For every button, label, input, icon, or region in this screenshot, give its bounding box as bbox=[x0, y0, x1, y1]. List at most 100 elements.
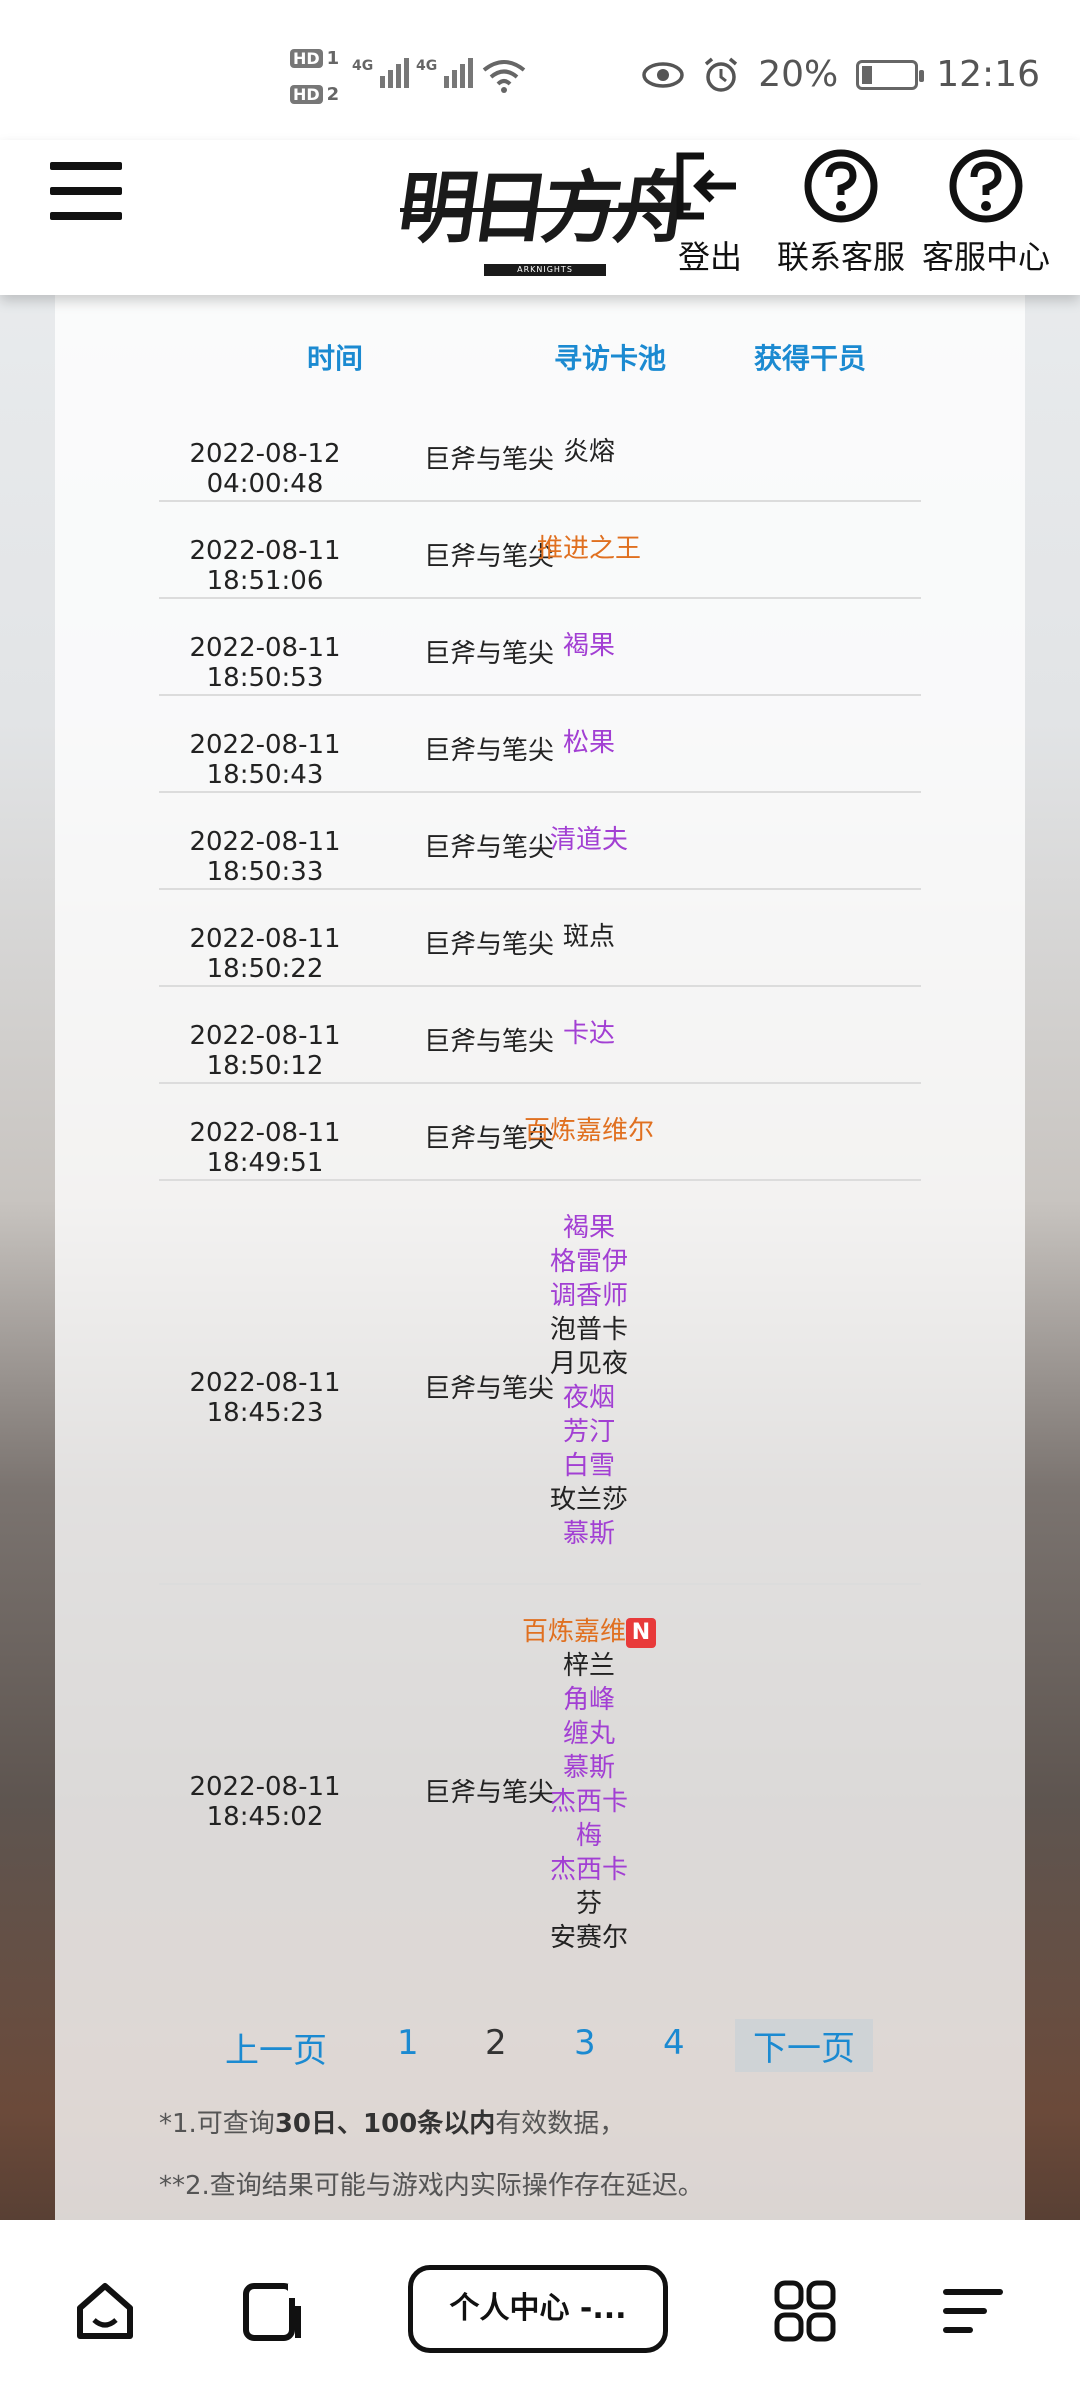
operator-name: 安赛尔 bbox=[549, 1923, 628, 1953]
app-header: 明日方舟 ARKNIGHTS 登出 联系客服 客服中心 bbox=[0, 140, 1080, 295]
operator-name: 夜烟 bbox=[562, 1383, 615, 1413]
table-row: 2022-08-11 18:45:02 巨斧与笔尖 百炼嘉维 N 梓兰 角峰 缠丸 慕斯 杰西卡… bbox=[159, 1585, 921, 1989]
page-4-button[interactable]: 4 bbox=[663, 2023, 685, 2063]
table-row: 2022-08-11 18:45:23 巨斧与笔尖 褐果 格雷伊 调香师 泡普卡 月见夜 夜烟… bbox=[159, 1181, 921, 1585]
apps-grid-icon[interactable] bbox=[772, 2278, 838, 2344]
operator-name: 调香师 bbox=[549, 1281, 628, 1311]
row-operators: 斑点 bbox=[489, 920, 689, 954]
table-row: 2022-08-11 18:50:43 巨斧与笔尖 松果 bbox=[159, 696, 921, 793]
pagination: 上一页 1 2 3 4 下一页 bbox=[55, 2015, 1025, 2075]
logout-icon bbox=[676, 152, 736, 220]
header-time: 时间 bbox=[306, 342, 363, 375]
operator-name: 褐果 bbox=[562, 1213, 615, 1243]
operator-name: 松果 bbox=[562, 727, 615, 758]
row-time: 2022-08-11 18:45:23 bbox=[189, 1368, 341, 1428]
row-operators: 炎熔 bbox=[489, 435, 689, 469]
tabs-icon[interactable] bbox=[240, 2278, 306, 2344]
operator-name: 清道夫 bbox=[549, 824, 628, 855]
row-time: 2022-08-11 18:50:53 bbox=[189, 632, 341, 693]
row-operators: 清道夫 bbox=[489, 823, 689, 857]
operator-name: 炎熔 bbox=[562, 436, 615, 467]
page-2-button[interactable]: 2 bbox=[485, 2023, 507, 2063]
help-center-button[interactable]: 客服中心 bbox=[920, 146, 1052, 278]
browser-bottom-bar: 个人中心 -... bbox=[0, 2220, 1080, 2400]
table-row: 2022-08-11 18:50:33 巨斧与笔尖 清道夫 bbox=[159, 793, 921, 890]
home-icon[interactable] bbox=[72, 2278, 138, 2344]
row-operators: 推进之王 bbox=[489, 532, 689, 566]
operator-name: 泡普卡 bbox=[549, 1315, 628, 1345]
row-operators: 百炼嘉维 N 梓兰 角峰 缠丸 慕斯 杰西卡梅杰西卡芬安赛尔 bbox=[489, 1615, 689, 1955]
current-tab-button[interactable]: 个人中心 -... bbox=[408, 2265, 668, 2353]
clock: 12:16 bbox=[936, 54, 1040, 95]
new-badge: N bbox=[626, 1617, 656, 1648]
row-time: 2022-08-11 18:50:43 bbox=[189, 729, 341, 790]
row-operators: 松果 bbox=[489, 726, 689, 760]
operator-name: 卡达 bbox=[562, 1018, 615, 1049]
table-header: 时间 寻访卡池 获得干员 bbox=[55, 295, 1025, 415]
row-operators: 褐果格雷伊调香师泡普卡月见夜夜烟芳汀白雪玫兰莎慕斯 bbox=[489, 1211, 689, 1551]
operator-name: 百炼嘉维尔 bbox=[523, 1115, 654, 1146]
arknights-logo[interactable]: 明日方舟 ARKNIGHTS bbox=[393, 146, 693, 281]
eye-icon bbox=[642, 61, 684, 88]
row-operators: 百炼嘉维尔 bbox=[489, 1114, 689, 1148]
operator-name: 角峰 bbox=[562, 1685, 615, 1715]
header-operators: 获得干员 bbox=[753, 342, 866, 375]
table-row: 2022-08-11 18:49:51 巨斧与笔尖 百炼嘉维尔 bbox=[159, 1084, 921, 1181]
row-time: 2022-08-11 18:50:33 bbox=[189, 826, 341, 887]
operator-name: 慕斯 bbox=[562, 1753, 615, 1783]
table-row: 2022-08-11 18:50:22 巨斧与笔尖 斑点 bbox=[159, 890, 921, 987]
table-row: 2022-08-11 18:51:06 巨斧与笔尖 推进之王 bbox=[159, 502, 921, 599]
status-bar: HD 1 HD 2 4G 4G 20% 12:16 bbox=[0, 0, 1080, 140]
row-time: 2022-08-12 04:00:48 bbox=[189, 438, 341, 499]
operator-name: 推进之王 bbox=[536, 533, 641, 564]
page-3-button[interactable]: 3 bbox=[574, 2023, 596, 2063]
operator-name: 梅 bbox=[575, 1821, 602, 1851]
contact-support-button[interactable]: 联系客服 bbox=[775, 146, 907, 278]
menu-icon[interactable] bbox=[50, 162, 122, 220]
help-circle-icon bbox=[949, 149, 1023, 223]
header-pool: 寻访卡池 bbox=[553, 342, 666, 375]
wifi-icon bbox=[482, 60, 526, 93]
help-circle-icon bbox=[804, 149, 878, 223]
signal-icon-1: 4G bbox=[352, 58, 410, 88]
row-time: 2022-08-11 18:45:02 bbox=[189, 1772, 341, 1832]
table-row: 2022-08-11 18:50:53 巨斧与笔尖 褐果 bbox=[159, 599, 921, 696]
row-time: 2022-08-11 18:50:22 bbox=[189, 923, 341, 984]
operator-name: 杰西卡 bbox=[549, 1855, 628, 1885]
battery-icon bbox=[856, 59, 925, 90]
next-page-button[interactable]: 下一页 bbox=[735, 2019, 873, 2072]
operator-name: 月见夜 bbox=[549, 1349, 628, 1379]
operator-name: 格雷伊 bbox=[549, 1247, 628, 1277]
operator-name: 慕斯 bbox=[562, 1519, 615, 1549]
row-time: 2022-08-11 18:50:12 bbox=[189, 1020, 341, 1081]
row-operators: 卡达 bbox=[489, 1017, 689, 1051]
note-1: *1.可查询30日、100条以内有效数据， bbox=[159, 2109, 626, 2139]
operator-name: 玫兰莎 bbox=[549, 1485, 628, 1515]
row-operators: 褐果 bbox=[489, 629, 689, 663]
hd2-indicator: HD 2 bbox=[290, 84, 339, 105]
hd1-indicator: HD 1 bbox=[290, 48, 339, 69]
operator-name: 百炼嘉维 N bbox=[489, 1615, 689, 1649]
prev-page-button[interactable]: 上一页 bbox=[225, 2023, 327, 2072]
table-row: 2022-08-11 18:50:12 巨斧与笔尖 卡达 bbox=[159, 987, 921, 1084]
operator-name: 白雪 bbox=[562, 1451, 615, 1481]
operator-name: 缠丸 bbox=[562, 1719, 615, 1749]
row-time: 2022-08-11 18:51:06 bbox=[189, 535, 341, 596]
alarm-icon bbox=[705, 57, 738, 92]
signal-icon-2: 4G bbox=[416, 58, 474, 88]
operator-name: 芳汀 bbox=[562, 1417, 615, 1447]
note-2: **2.查询结果可能与游戏内实际操作存在延迟。 bbox=[159, 2171, 704, 2201]
status-right: 20% 12:16 bbox=[642, 54, 1040, 95]
operator-name: 褐果 bbox=[562, 630, 615, 661]
operator-name: 斑点 bbox=[562, 921, 615, 952]
battery-percent: 20% bbox=[758, 54, 839, 95]
operator-name: 杰西卡 bbox=[549, 1787, 628, 1817]
operator-name: 芬 bbox=[575, 1889, 602, 1919]
operator-name: 梓兰 bbox=[562, 1651, 615, 1681]
menu-lines-icon[interactable] bbox=[940, 2278, 1006, 2344]
page-1-button[interactable]: 1 bbox=[397, 2023, 419, 2063]
logout-button[interactable]: 登出 bbox=[665, 146, 755, 278]
gacha-history-card: 时间 寻访卡池 获得干员 2022-08-12 04:00:48 巨斧与笔尖 炎熔 2… bbox=[55, 295, 1025, 2220]
table-row: 2022-08-12 04:00:48 巨斧与笔尖 炎熔 bbox=[159, 405, 921, 502]
row-time: 2022-08-11 18:49:51 bbox=[189, 1117, 341, 1178]
